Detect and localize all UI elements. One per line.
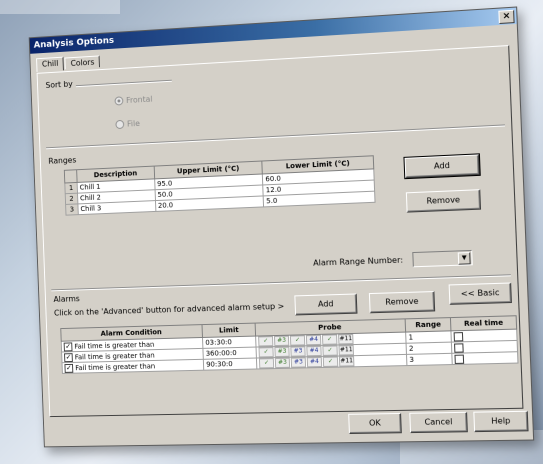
help-button[interactable]: Help <box>473 411 528 432</box>
background-decoration <box>0 0 120 14</box>
ok-button[interactable]: OK <box>348 413 402 434</box>
cell-real-time[interactable] <box>452 352 518 365</box>
probe-cell[interactable]: #11 <box>338 334 354 344</box>
row-number-header <box>64 170 77 183</box>
alarms-label: Alarms <box>53 294 80 304</box>
cell-description[interactable]: Chill 3 <box>78 201 156 215</box>
alarm-range-number-label: Alarm Range Number: <box>313 255 403 267</box>
probe-cell[interactable]: ✓ <box>259 347 274 357</box>
divider <box>51 274 511 291</box>
alarms-hint: Click on the 'Advanced' button for advan… <box>54 302 285 318</box>
probe-cell[interactable]: #4 <box>306 346 321 356</box>
probe-cell[interactable]: ✓ <box>322 345 337 355</box>
window-title: Analysis Options <box>34 36 115 51</box>
alarms-add-button[interactable]: Add <box>294 293 357 315</box>
alarms-table: Alarm Condition Limit Probe Range Real t… <box>60 315 518 374</box>
row-number: 1 <box>65 182 78 193</box>
radio-icon <box>115 120 124 129</box>
real-time-checkbox[interactable] <box>454 332 464 341</box>
chevron-down-icon: ▼ <box>458 252 471 265</box>
probe-cell[interactable]: #11 <box>338 345 354 355</box>
cancel-button[interactable]: Cancel <box>409 412 468 433</box>
cell-alarm-condition[interactable]: ✓ Fail time is greater than <box>62 359 204 373</box>
close-button[interactable]: × <box>498 10 514 24</box>
col-range: Range <box>405 318 451 332</box>
cell-limit[interactable]: 90:30:0 <box>204 358 257 370</box>
ranges-label: Ranges <box>48 156 76 166</box>
alarms-remove-button[interactable]: Remove <box>369 291 435 313</box>
checkbox[interactable]: ✓ <box>64 353 73 362</box>
ranges-table: Description Upper Limit (°C) Lower Limit… <box>64 155 376 215</box>
tab-chill[interactable]: Chill <box>36 57 64 72</box>
probe-cell[interactable]: ✓ <box>290 335 305 345</box>
probe-cell[interactable]: #3 <box>274 347 289 357</box>
probe-cell[interactable]: ✓ <box>258 336 273 346</box>
probe-cell[interactable]: #4 <box>307 357 322 367</box>
probe-cell[interactable]: #3 <box>274 336 289 346</box>
real-time-checkbox[interactable] <box>455 354 465 363</box>
real-time-checkbox[interactable] <box>454 343 464 352</box>
sort-option-file[interactable]: File <box>115 119 140 129</box>
ranges-remove-button[interactable]: Remove <box>406 189 481 212</box>
tab-colors[interactable]: Colors <box>65 55 101 69</box>
checkbox[interactable]: ✓ <box>64 363 73 372</box>
probe-cell[interactable]: ✓ <box>323 357 338 367</box>
basic-button[interactable]: << Basic <box>449 282 512 304</box>
probe-cell[interactable]: #3 <box>275 358 290 368</box>
row-number: 2 <box>65 193 78 204</box>
sort-option-frontal[interactable]: Frontal <box>114 95 152 106</box>
checkbox[interactable]: ✓ <box>64 342 73 351</box>
probe-cell[interactable]: #11 <box>339 356 355 366</box>
ranges-add-button[interactable]: Add <box>405 154 480 178</box>
row-number: 3 <box>66 204 79 215</box>
divider <box>76 80 172 87</box>
analysis-options-dialog: Analysis Options × Chill Colors Sort by F… <box>29 6 534 447</box>
radio-icon <box>114 96 123 105</box>
probe-cell[interactable]: ✓ <box>259 358 274 368</box>
probe-cell[interactable]: #3 <box>290 346 305 356</box>
alarm-range-number-select[interactable]: ▼ <box>412 250 473 267</box>
probe-cell[interactable]: #4 <box>306 335 321 345</box>
title-bar: Analysis Options × <box>30 8 517 54</box>
probe-cell[interactable]: #3 <box>291 357 306 367</box>
probe-cell[interactable]: ✓ <box>322 334 337 344</box>
cell-range[interactable]: 3 <box>407 353 453 365</box>
sort-by-label: Sort by <box>45 80 72 90</box>
tab-panel: Sort by Frontal File Ranges Description … <box>37 45 524 417</box>
